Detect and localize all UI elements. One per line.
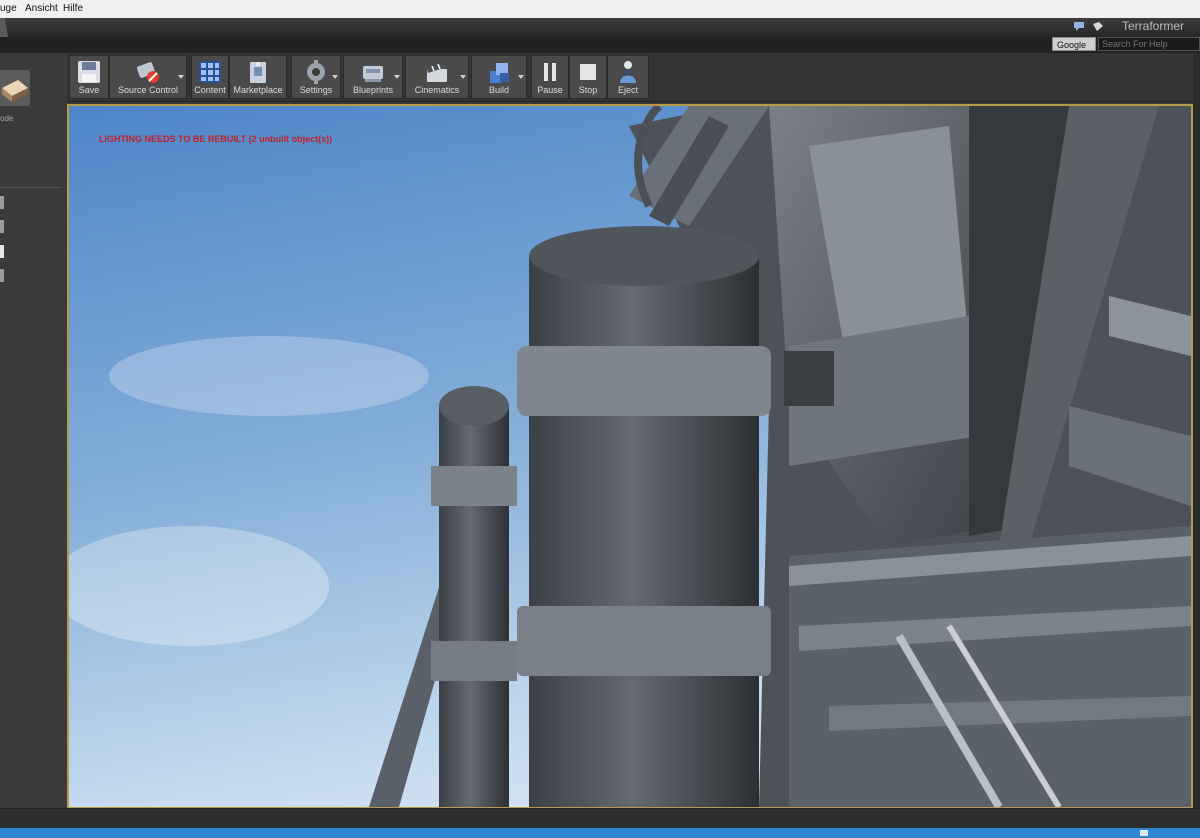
pause-icon — [544, 63, 556, 81]
chevron-down-icon[interactable] — [332, 75, 338, 79]
help-engine-dropdown[interactable]: Google ▼ — [1052, 37, 1096, 64]
blueprints-icon — [363, 66, 383, 82]
chevron-down-icon[interactable] — [394, 75, 400, 79]
os-taskbar — [0, 828, 1200, 838]
cinematics-button[interactable]: Cinematics — [405, 55, 469, 99]
source-control-icon — [136, 62, 159, 83]
level-tab[interactable] — [0, 18, 8, 37]
help-engine-label: Google — [1057, 40, 1087, 50]
build-icon — [490, 63, 509, 83]
panel-divider — [0, 187, 60, 188]
eject-icon — [620, 61, 636, 83]
marketplace-button[interactable]: Marketplace — [229, 55, 287, 99]
settings-button[interactable]: Settings — [291, 55, 341, 99]
scene-render — [69, 106, 1191, 807]
landscape-mode-icon — [2, 80, 28, 102]
panel-item-4[interactable] — [0, 269, 4, 282]
chevron-down-icon[interactable] — [178, 75, 184, 79]
chevron-down-icon[interactable] — [460, 75, 466, 79]
panel-item-1[interactable] — [0, 196, 4, 209]
content-button[interactable]: Content — [191, 55, 229, 99]
settings-label: Settings — [299, 85, 333, 95]
help-search-row: Google ▼ — [0, 37, 1200, 64]
lighting-warning: LIGHTING NEEDS TO BE REBUILT (2 unbuilt … — [99, 134, 333, 144]
menu-item-view[interactable]: Ansicht — [25, 3, 58, 14]
chevron-down-icon[interactable] — [518, 75, 524, 79]
level-viewport[interactable]: LIGHTING NEEDS TO BE REBUILT (2 unbuilt … — [67, 104, 1193, 809]
menu-bar: uge Ansicht Hilfe — [0, 0, 1200, 19]
cinematics-label: Cinematics — [414, 85, 460, 95]
panel-item-2[interactable] — [0, 220, 4, 233]
panel-item-3[interactable] — [0, 245, 4, 258]
source-status-icon[interactable] — [1093, 22, 1103, 31]
marketplace-label: Marketplace — [233, 85, 283, 95]
eject-label: Eject — [617, 85, 638, 95]
save-label: Save — [78, 85, 100, 95]
save-icon — [78, 61, 100, 83]
content-label: Content — [194, 85, 226, 95]
notification-icon[interactable] — [1074, 22, 1084, 31]
stop-label: Stop — [578, 85, 598, 95]
status-bar — [0, 808, 1200, 829]
menu-item-tools[interactable]: uge — [0, 3, 17, 14]
modes-panel: ode — [0, 53, 64, 808]
cinematics-icon — [427, 63, 447, 82]
menu-item-help[interactable]: Hilfe — [63, 3, 83, 14]
save-button[interactable]: Save — [69, 55, 109, 99]
taskbar-indicator[interactable] — [1140, 830, 1148, 836]
build-label: Build — [488, 85, 509, 95]
help-search-input[interactable] — [1098, 37, 1200, 51]
marketplace-icon — [250, 62, 266, 83]
settings-icon — [307, 60, 325, 84]
source-control-button[interactable]: Source Control — [109, 55, 187, 99]
blueprints-label: Blueprints — [352, 85, 394, 95]
build-button[interactable]: Build — [471, 55, 527, 99]
title-strip: Terraformer — [0, 18, 1200, 37]
project-title: Terraformer — [1121, 19, 1184, 33]
pause-label: Pause — [537, 85, 563, 95]
eject-button[interactable]: Eject — [607, 55, 649, 99]
right-scrollbar[interactable] — [1193, 53, 1200, 808]
stop-icon — [580, 64, 596, 80]
mode-label: ode — [0, 114, 14, 123]
source-control-label: Source Control — [117, 85, 179, 95]
pause-button[interactable]: Pause — [531, 55, 569, 99]
content-icon — [199, 61, 221, 83]
mode-button[interactable] — [0, 70, 30, 106]
stop-button[interactable]: Stop — [569, 55, 607, 99]
main-toolbar: Save Source Control Content Marketplace … — [67, 53, 1200, 102]
blueprints-button[interactable]: Blueprints — [343, 55, 403, 99]
